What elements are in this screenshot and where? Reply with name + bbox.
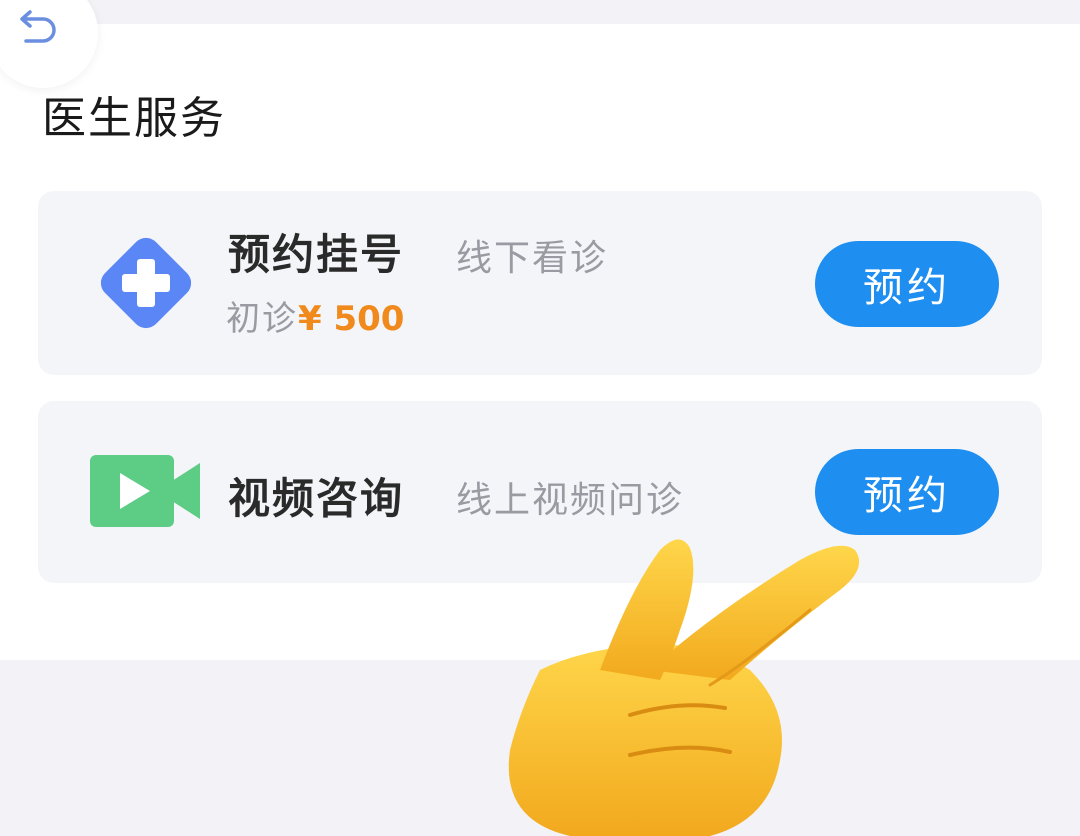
back-button[interactable] <box>0 0 98 88</box>
service-subtitle: 线下看诊 <box>456 238 609 279</box>
price-value: ¥ 500 <box>298 299 405 339</box>
doctor-service-page: 医生服务 预约挂号 线下看诊 初诊¥ 500 预约 视频咨询 线上视频问诊 预约 <box>0 0 1080 836</box>
service-title: 预约挂号 <box>228 230 405 279</box>
medical-cross-icon <box>88 225 204 345</box>
back-arrow-icon <box>20 10 56 43</box>
section-title: 医生服务 <box>42 93 226 144</box>
service-card-registration[interactable]: 预约挂号 线下看诊 初诊¥ 500 预约 <box>38 191 1042 375</box>
pointing-hand-icon <box>508 539 860 836</box>
book-button-registration[interactable]: 预约 <box>815 241 999 327</box>
service-title: 视频咨询 <box>228 474 405 523</box>
price-row: 初诊¥ 500 <box>226 291 404 340</box>
price-label: 初诊 <box>226 299 298 339</box>
video-camera-icon <box>88 453 204 533</box>
service-subtitle: 线上视频问诊 <box>456 480 685 521</box>
top-strip <box>0 0 1080 24</box>
